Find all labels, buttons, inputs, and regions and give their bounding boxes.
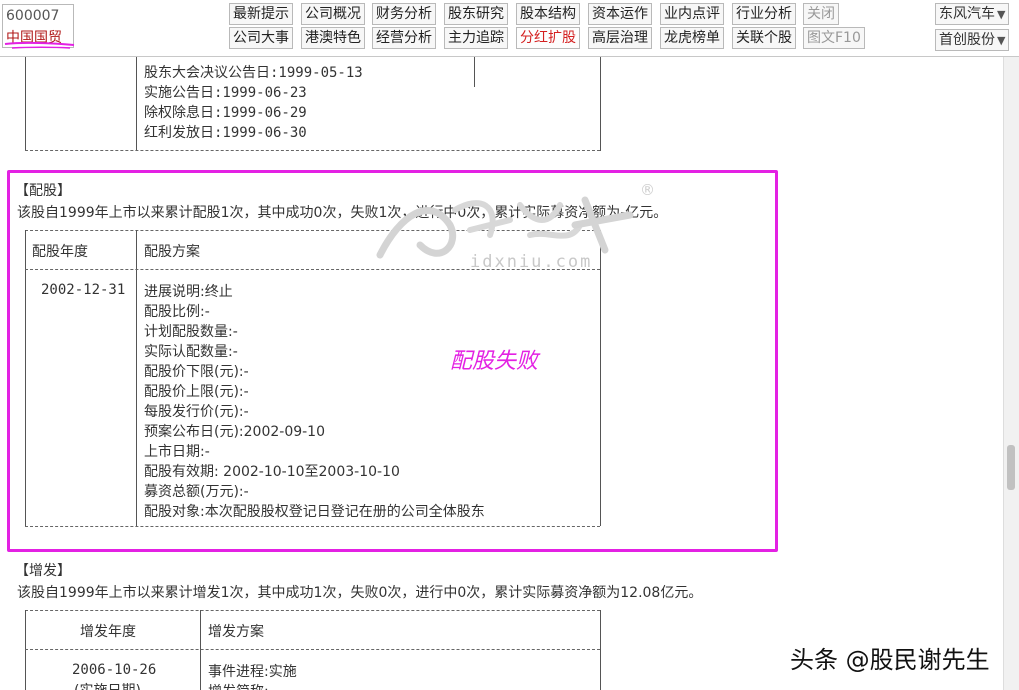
issue-year-cell: 2006-10-26 — [72, 662, 157, 678]
stock-code: 600007 — [6, 8, 60, 24]
tab-dragon-tiger-list[interactable]: 龙虎榜单 — [660, 27, 724, 49]
dropdown-label: 首创股份 — [939, 32, 995, 48]
dividend-date-line: 除权除息日:1999-06-29 — [144, 105, 307, 121]
table-border — [25, 610, 26, 690]
issue-col-plan: 增发方案 — [208, 624, 264, 640]
tab-shareholder-research[interactable]: 股东研究 — [444, 3, 508, 25]
scrollbar-thumb[interactable] — [1007, 445, 1015, 490]
table-border — [474, 57, 475, 87]
tab-industry-comments[interactable]: 业内点评 — [660, 3, 724, 25]
table-border — [25, 649, 600, 650]
tab-dividends-rights[interactable]: 分红扩股 — [516, 27, 580, 49]
tab-latest-tips[interactable]: 最新提示 — [229, 3, 293, 25]
tab-company-profile[interactable]: 公司概况 — [301, 3, 365, 25]
tab-equity-structure[interactable]: 股本结构 — [516, 3, 580, 25]
vertical-scrollbar[interactable] — [1003, 57, 1019, 690]
table-border — [600, 57, 601, 151]
tab-business-analysis[interactable]: 经营分析 — [372, 27, 436, 49]
issue-heading: 【增发】 — [15, 563, 71, 579]
table-border — [600, 610, 601, 690]
source-credit: 头条 @股民谢先生 — [790, 646, 990, 674]
dropdown-label: 东风汽车 — [939, 6, 995, 22]
issue-summary: 该股自1999年上市以来累计增发1次，其中成功1次，失败0次，进行中0次，累计实… — [17, 585, 703, 601]
content-area: 股东大会决议公告日:1999-05-13 实施公告日:1999-06-23 除权… — [0, 57, 1004, 690]
dividend-date-line: 实施公告日:1999-06-23 — [144, 85, 307, 101]
tab-graphic-f10[interactable]: 图文F10 — [803, 27, 865, 49]
table-border — [200, 610, 201, 690]
issue-plan-item: 增发简称: — [208, 681, 269, 690]
tab-hk-macau[interactable]: 港澳特色 — [301, 27, 365, 49]
table-border — [25, 610, 600, 611]
table-border — [136, 57, 137, 151]
issue-year-note: (实施日期) — [74, 680, 141, 690]
issue-plan-item: 事件进程:实施 — [208, 664, 297, 680]
peer-stock-dropdown-1[interactable]: 东风汽车 ▼ — [935, 3, 1010, 25]
table-border — [25, 57, 26, 151]
dividend-date-line: 红利发放日:1999-06-30 — [144, 125, 307, 141]
tab-capital-operation[interactable]: 资本运作 — [588, 3, 652, 25]
tab-industry-analysis[interactable]: 行业分析 — [732, 3, 796, 25]
tab-related-stocks[interactable]: 关联个股 — [732, 27, 796, 49]
tab-financial-analysis[interactable]: 财务分析 — [372, 3, 436, 25]
tab-company-events[interactable]: 公司大事 — [229, 27, 293, 49]
peer-stock-dropdown-2[interactable]: 首创股份 ▼ — [935, 29, 1010, 51]
tab-main-force-tracking[interactable]: 主力追踪 — [444, 27, 508, 49]
tab-governance[interactable]: 高层治理 — [588, 27, 652, 49]
pen-underline-annotation — [4, 41, 75, 49]
dividend-date-line: 股东大会决议公告日:1999-05-13 — [144, 65, 363, 81]
table-border — [25, 150, 600, 151]
highlight-annotation-box — [7, 170, 778, 552]
chevron-down-icon: ▼ — [997, 8, 1006, 21]
f10-toolbar: 600007 中国国贸 最新提示 公司概况 财务分析 股东研究 股本结构 资本运… — [0, 0, 1019, 57]
chevron-down-icon: ▼ — [997, 34, 1006, 47]
close-button[interactable]: 关闭 — [803, 3, 839, 25]
issue-col-year: 增发年度 — [80, 624, 136, 640]
